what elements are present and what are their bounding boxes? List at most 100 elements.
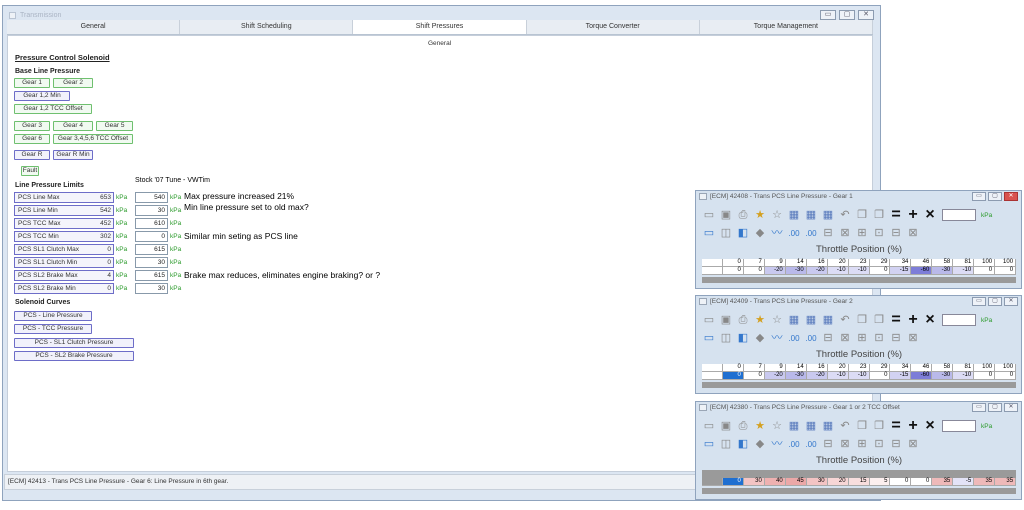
gear-12-min-button[interactable]: Gear 1,2 Min	[14, 91, 70, 101]
maximize-icon[interactable]: ▢	[988, 192, 1002, 201]
value-cell[interactable]: 35	[932, 478, 954, 486]
plus-icon[interactable]: +	[906, 311, 920, 329]
compare-icon[interactable]: ▦	[804, 420, 818, 433]
value-cell[interactable]: 30	[743, 478, 765, 486]
tab-shift-scheduling[interactable]: Shift Scheduling	[180, 20, 354, 34]
value-cell[interactable]: -10	[848, 372, 870, 380]
value-cell[interactable]: 30	[806, 478, 828, 486]
tune-value-input[interactable]: 30	[135, 205, 168, 216]
fault-button[interactable]: Fault	[21, 166, 39, 176]
list-icon[interactable]: ◧	[736, 227, 750, 240]
reset-icon[interactable]: ⊠	[906, 438, 920, 451]
star-outline-icon[interactable]: ☆	[770, 209, 784, 222]
plus-icon[interactable]: +	[906, 206, 920, 224]
minimize-icon[interactable]: ▭	[972, 192, 986, 201]
tune-value-input[interactable]: 30	[135, 257, 168, 268]
value-cell[interactable]: -10	[848, 267, 870, 275]
limit-label[interactable]: 4 PCS SL2 Brake Max	[14, 270, 114, 281]
value-cell[interactable]: -30	[785, 267, 807, 275]
value-cell[interactable]: 0	[743, 372, 765, 380]
value-cell[interactable]: 45	[785, 478, 807, 486]
decimal-alt-icon[interactable]: .00	[804, 227, 818, 240]
value-cell[interactable]: -60	[911, 267, 933, 275]
tune-value-input[interactable]: 0	[135, 231, 168, 242]
value-input[interactable]	[942, 420, 976, 432]
value-cell[interactable]: 0	[722, 267, 744, 275]
close-icon[interactable]: ✕	[1004, 297, 1018, 306]
gear-3456-tcc-offset-button[interactable]: Gear 3,4,5,6 TCC Offset	[53, 134, 133, 144]
star-icon[interactable]: ★	[753, 209, 767, 222]
interp-v-icon[interactable]: ⊞	[855, 227, 869, 240]
graph-icon[interactable]: 〰	[770, 438, 784, 451]
value-cell[interactable]: 0	[890, 478, 912, 486]
stretch-icon[interactable]: ⊟	[889, 227, 903, 240]
value-cell[interactable]: 40	[764, 478, 786, 486]
print-icon[interactable]: ⎙	[736, 420, 750, 433]
equals-icon[interactable]: =	[889, 206, 903, 224]
value-cell[interactable]: -5	[953, 478, 975, 486]
gear-6-button[interactable]: Gear 6	[14, 134, 50, 144]
decimal-alt-icon[interactable]: .00	[804, 438, 818, 451]
reset-icon[interactable]: ⊠	[906, 332, 920, 345]
minimize-icon[interactable]: ▭	[972, 297, 986, 306]
value-cell[interactable]: 0	[974, 372, 996, 380]
pcs-sl1-clutch-pressure-button[interactable]: PCS - SL1 Clutch Pressure	[14, 338, 134, 348]
limit-label[interactable]: 653 PCS Line Max	[14, 192, 114, 203]
value-cell[interactable]: 0	[869, 372, 891, 380]
interp-h-icon[interactable]: ⊡	[872, 332, 886, 345]
value-cell[interactable]: -30	[932, 372, 954, 380]
limit-label[interactable]: 0 PCS SL2 Brake Min	[14, 283, 114, 294]
value-cell[interactable]: -20	[764, 267, 786, 275]
pcs-line-pressure-button[interactable]: PCS - Line Pressure	[14, 311, 92, 321]
value-cell[interactable]: -15	[890, 267, 912, 275]
tune-value-input[interactable]: 610	[135, 218, 168, 229]
value-cell[interactable]: 0	[995, 267, 1017, 275]
value-cell[interactable]: 0	[743, 267, 765, 275]
value-cell[interactable]: 0	[722, 372, 744, 380]
minimize-icon[interactable]: ▭	[972, 403, 986, 412]
interp-h-icon[interactable]: ⊡	[872, 438, 886, 451]
grid-icon[interactable]: ▦	[821, 420, 835, 433]
gear-12-tcc-offset-button[interactable]: Gear 1,2 TCC Offset	[14, 104, 92, 114]
close-icon[interactable]: ✕	[1004, 403, 1018, 412]
multiply-icon[interactable]: ×	[923, 206, 937, 224]
value-cell[interactable]: -10	[827, 267, 849, 275]
value-cell[interactable]: 0	[869, 267, 891, 275]
calendar-icon[interactable]: ▦	[787, 420, 801, 433]
maximize-icon[interactable]: ▢	[988, 403, 1002, 412]
decimal-icon[interactable]: .00	[787, 227, 801, 240]
close-icon[interactable]: ✕	[1004, 192, 1018, 201]
split-icon[interactable]: ◫	[719, 438, 733, 451]
smooth-icon[interactable]: ⊟	[821, 438, 835, 451]
view-table-icon[interactable]: ▭	[702, 438, 716, 451]
tab-torque-converter[interactable]: Torque Converter	[527, 20, 700, 34]
value-cell[interactable]: -10	[827, 372, 849, 380]
open-icon[interactable]: ▭	[702, 209, 716, 222]
copy-icon[interactable]: ❐	[855, 420, 869, 433]
calendar-icon[interactable]: ▦	[787, 314, 801, 327]
list-icon[interactable]: ◧	[736, 332, 750, 345]
value-cell[interactable]: 5	[869, 478, 891, 486]
equals-icon[interactable]: =	[889, 417, 903, 435]
value-input[interactable]	[942, 314, 976, 326]
save-icon[interactable]: ▣	[719, 314, 733, 327]
star-icon[interactable]: ★	[753, 420, 767, 433]
undo-icon[interactable]: ↶	[838, 314, 852, 327]
grid-icon[interactable]: ▦	[821, 314, 835, 327]
fill-icon[interactable]: ◆	[753, 227, 767, 240]
limit-label[interactable]: 0 PCS SL1 Clutch Max	[14, 244, 114, 255]
plus-icon[interactable]: +	[906, 417, 920, 435]
compare-icon[interactable]: ▦	[804, 314, 818, 327]
smooth-icon[interactable]: ⊟	[821, 332, 835, 345]
maximize-icon[interactable]: ▢	[839, 10, 855, 20]
reset-icon[interactable]: ⊠	[906, 227, 920, 240]
decimal-icon[interactable]: .00	[787, 332, 801, 345]
limit-label[interactable]: 452 PCS TCC Max	[14, 218, 114, 229]
value-cell[interactable]: -10	[953, 372, 975, 380]
star-outline-icon[interactable]: ☆	[770, 420, 784, 433]
interp-icon[interactable]: ⊠	[838, 227, 852, 240]
value-cell[interactable]: 20	[827, 478, 849, 486]
smooth-icon[interactable]: ⊟	[821, 227, 835, 240]
value-cell[interactable]: 35	[974, 478, 996, 486]
interp-v-icon[interactable]: ⊞	[855, 332, 869, 345]
